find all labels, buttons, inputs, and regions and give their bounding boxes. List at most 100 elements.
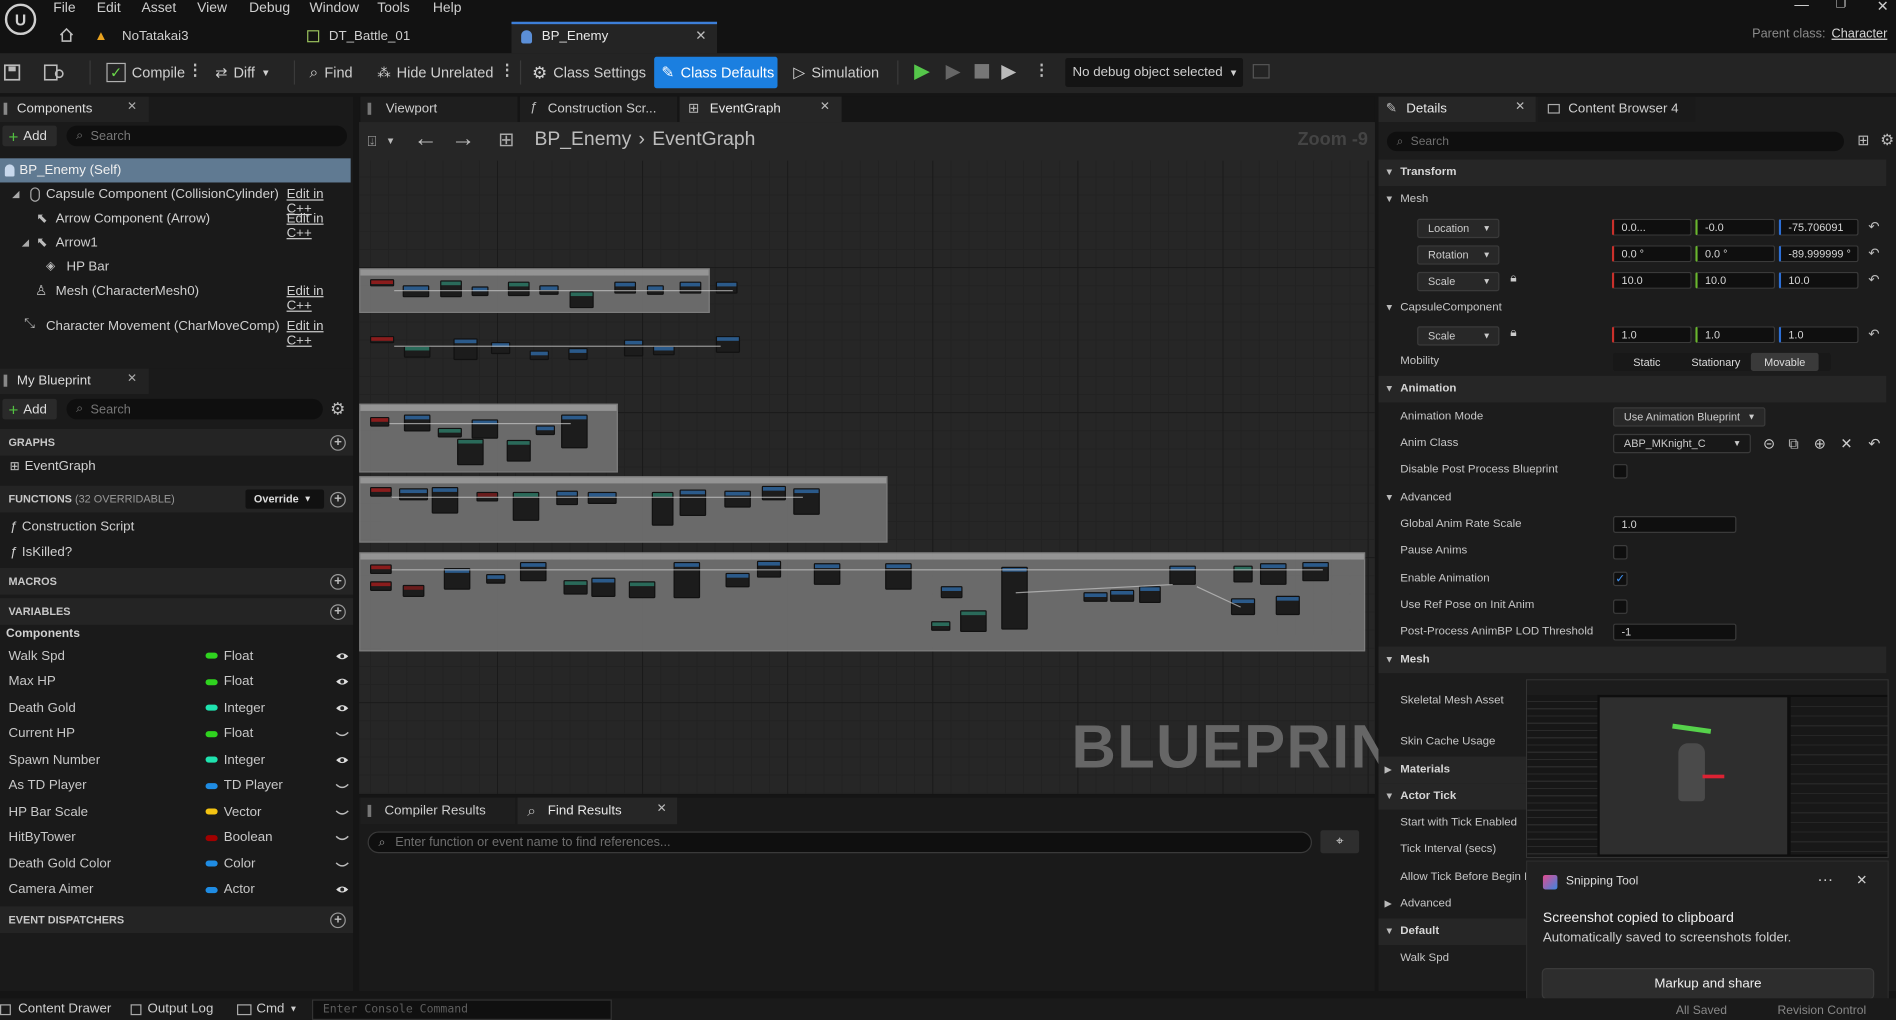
- graph-node[interactable]: [490, 342, 511, 355]
- tab-construction-script[interactable]: ƒ Construction Scr...: [519, 96, 678, 123]
- graph-node[interactable]: [437, 427, 462, 438]
- cmd-dropdown[interactable]: Cmd ▼: [236, 1002, 298, 1016]
- graph-node[interactable]: [370, 416, 390, 427]
- all-saved-status[interactable]: All Saved: [1676, 1004, 1727, 1017]
- graph-node[interactable]: [370, 487, 392, 497]
- console-input[interactable]: Enter Console Command: [311, 999, 612, 1020]
- mobility-option-static[interactable]: Static: [1613, 353, 1681, 371]
- component-hp-bar[interactable]: ◈ HP Bar: [0, 255, 351, 279]
- graph-node[interactable]: [440, 280, 462, 298]
- eye-closed-icon[interactable]: [335, 807, 350, 817]
- variable-row[interactable]: Camera Aimer Actor: [0, 877, 353, 903]
- menu-view[interactable]: View: [197, 1, 249, 16]
- graph-node[interactable]: [679, 281, 702, 294]
- simulation-button[interactable]: ▷ Simulation: [786, 57, 886, 88]
- graph-node[interactable]: [453, 338, 478, 361]
- mobility-option-stationary[interactable]: Stationary: [1681, 353, 1751, 371]
- graph-canvas[interactable]: [359, 122, 1375, 795]
- capsule-scale-y-field[interactable]: 1.0: [1695, 326, 1776, 344]
- rotation-z-field[interactable]: -89.999999 °: [1778, 245, 1859, 263]
- snip-thumbnail[interactable]: [1525, 679, 1889, 859]
- enable-animation-checkbox[interactable]: ✓: [1613, 571, 1628, 587]
- menu-asset[interactable]: Asset: [141, 1, 197, 16]
- more-options-icon[interactable]: ···: [1817, 870, 1833, 888]
- graph-node[interactable]: [1233, 565, 1253, 583]
- menu-file[interactable]: File: [53, 1, 97, 16]
- section-variables[interactable]: VARIABLES +: [0, 598, 354, 625]
- breadcrumb-leaf[interactable]: EventGraph: [652, 129, 755, 151]
- graph-node[interactable]: [1259, 563, 1287, 585]
- graph-node[interactable]: [561, 414, 588, 449]
- settings-gear-icon[interactable]: ⚙: [330, 399, 345, 420]
- close-toast-icon[interactable]: ✕: [1856, 873, 1867, 889]
- edit-in-cpp-link[interactable]: Edit in C++: [287, 284, 351, 313]
- variable-row[interactable]: HP Bar Scale Vector: [0, 799, 353, 825]
- component-mesh[interactable]: ♙ Mesh (CharacterMesh0) Edit in C++: [0, 279, 351, 313]
- variable-row[interactable]: Death Gold Integer: [0, 695, 353, 721]
- save-icon[interactable]: [2, 63, 21, 82]
- reset-icon[interactable]: ↶: [1868, 245, 1879, 262]
- find-binoculars-button[interactable]: ⌖: [1320, 830, 1360, 854]
- compile-button[interactable]: ✓ Compile: [99, 57, 192, 88]
- tab-viewport[interactable]: Viewport: [360, 96, 518, 123]
- graph-node[interactable]: [679, 489, 707, 517]
- snipping-tool-toast[interactable]: Snipping Tool ··· ✕ Screenshot copied to…: [1525, 860, 1889, 1016]
- revision-control-status[interactable]: Revision Control: [1777, 1004, 1866, 1017]
- doc-tab-bp-enemy[interactable]: BP_Enemy ✕: [511, 21, 718, 54]
- eye-closed-icon[interactable]: [335, 729, 350, 739]
- graph-node[interactable]: [813, 563, 841, 585]
- stop-icon[interactable]: [974, 64, 990, 79]
- graph-node[interactable]: [431, 487, 459, 514]
- eye-icon[interactable]: [335, 651, 350, 661]
- graph-node[interactable]: [614, 281, 637, 294]
- forward-arrow-icon[interactable]: →: [451, 126, 475, 154]
- menu-tools[interactable]: Tools: [377, 1, 433, 16]
- collapse-arrow-icon[interactable]: ▼: [1385, 492, 1395, 503]
- graph-node[interactable]: [486, 574, 506, 584]
- doc-tab-project[interactable]: ▲ NoTatakai3: [94, 22, 188, 51]
- capsule-scale-z-field[interactable]: 1.0: [1778, 326, 1859, 344]
- my-blueprint-search-input[interactable]: ⌕ Search: [66, 398, 323, 420]
- bookmark-chevron-icon[interactable]: ▼: [386, 135, 396, 146]
- collapse-arrow-icon[interactable]: ▼: [1385, 790, 1395, 801]
- scale-y-field[interactable]: 10.0: [1695, 271, 1776, 289]
- restore-icon[interactable]: ❐: [1836, 0, 1847, 11]
- graph-node[interactable]: [715, 281, 738, 294]
- variable-row[interactable]: HitByTower Boolean: [0, 825, 353, 851]
- capsule-scale-mode-dropdown[interactable]: Scale ▼: [1417, 326, 1500, 346]
- edit-in-cpp-link[interactable]: Edit in C++: [287, 319, 351, 348]
- graph-node[interactable]: [563, 580, 588, 595]
- rotation-y-field[interactable]: 0.0 °: [1695, 245, 1776, 263]
- eye-icon[interactable]: [335, 885, 350, 895]
- graph-node[interactable]: [628, 581, 656, 599]
- browse-icon[interactable]: [43, 63, 66, 82]
- variable-row[interactable]: Max HP Float: [0, 669, 353, 695]
- graph-node[interactable]: [457, 438, 484, 466]
- eye-icon[interactable]: [335, 677, 350, 687]
- mobility-option-movable[interactable]: Movable: [1750, 352, 1819, 372]
- location-y-field[interactable]: -0.0: [1695, 218, 1776, 236]
- variable-row[interactable]: Walk Spd Float: [0, 643, 353, 669]
- graph-node[interactable]: [960, 610, 987, 633]
- expand-arrow-icon[interactable]: ▶: [1385, 898, 1392, 909]
- component-arrow[interactable]: ⬉ Arrow Component (Arrow) Edit in C++: [0, 207, 351, 240]
- graph-node[interactable]: [370, 279, 395, 287]
- menu-help[interactable]: Help: [433, 1, 462, 16]
- graph-node[interactable]: [1302, 561, 1329, 582]
- component-self[interactable]: BP_Enemy (Self): [0, 158, 351, 183]
- add-asset-icon[interactable]: ⊕: [1814, 435, 1826, 452]
- close-tab-icon[interactable]: ✕: [820, 100, 830, 113]
- animation-mode-dropdown[interactable]: Use Animation Blueprint ▼: [1613, 407, 1766, 427]
- pause-anims-checkbox[interactable]: [1613, 545, 1628, 560]
- disable-post-process-checkbox[interactable]: [1613, 464, 1628, 479]
- browse-asset-icon[interactable]: ⊝: [1763, 435, 1775, 452]
- graph-node[interactable]: [1275, 595, 1300, 616]
- close-tab-icon[interactable]: ✕: [127, 100, 137, 113]
- graph-node[interactable]: [402, 584, 425, 598]
- graph-node[interactable]: [724, 490, 751, 508]
- location-mode-dropdown[interactable]: Location ▼: [1417, 218, 1500, 239]
- graph-node[interactable]: [725, 572, 750, 588]
- menu-edit[interactable]: Edit: [97, 1, 142, 16]
- variable-row[interactable]: Current HP Float: [0, 721, 353, 747]
- expand-arrow-icon[interactable]: ▶: [1385, 764, 1392, 775]
